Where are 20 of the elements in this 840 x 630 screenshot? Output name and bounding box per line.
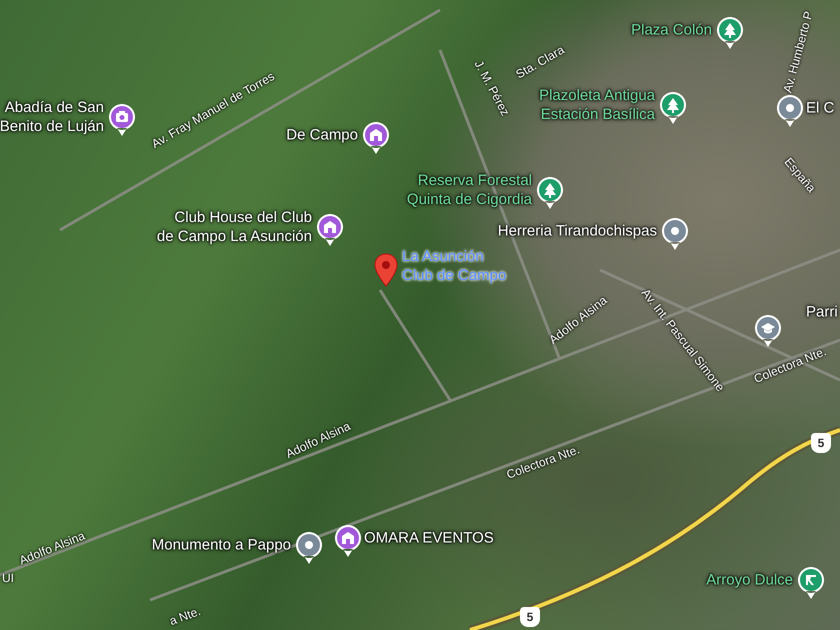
place-label[interactable]: El C bbox=[806, 98, 834, 118]
street-label: Adolfo Alsina bbox=[17, 528, 87, 568]
place-label[interactable]: Parri bbox=[806, 302, 838, 322]
street-label: UI bbox=[2, 571, 14, 585]
place-label[interactable]: Herreria Tirandochispas bbox=[498, 222, 657, 240]
route-shield: 5 bbox=[811, 433, 831, 453]
place-label[interactable]: OMARA EVENTOS bbox=[364, 528, 494, 548]
place-label[interactable]: De Campo bbox=[286, 126, 358, 144]
street-label: a Nte. bbox=[168, 604, 202, 628]
place-label[interactable]: Arroyo Dulce bbox=[706, 570, 793, 590]
route-shield: 5 bbox=[520, 607, 540, 627]
place-label[interactable]: Plazoleta Antigua Estación Basílica bbox=[515, 86, 655, 124]
place-label[interactable]: Plaza Colón bbox=[631, 20, 712, 40]
street-label: Sta. Clara bbox=[513, 42, 567, 82]
street-label: Adolfo Alsina bbox=[284, 419, 352, 461]
place-label[interactable]: Monumento a Pappo bbox=[152, 536, 291, 554]
place-label[interactable]: Club House del Club de Campo La Asunción bbox=[140, 208, 312, 246]
street-label: J. M. Pérez bbox=[472, 58, 512, 118]
place-label[interactable]: Abadía de San Benito de Luján bbox=[0, 98, 104, 136]
place-label[interactable]: Reserva Forestal Quinta de Cigordia bbox=[387, 171, 532, 209]
